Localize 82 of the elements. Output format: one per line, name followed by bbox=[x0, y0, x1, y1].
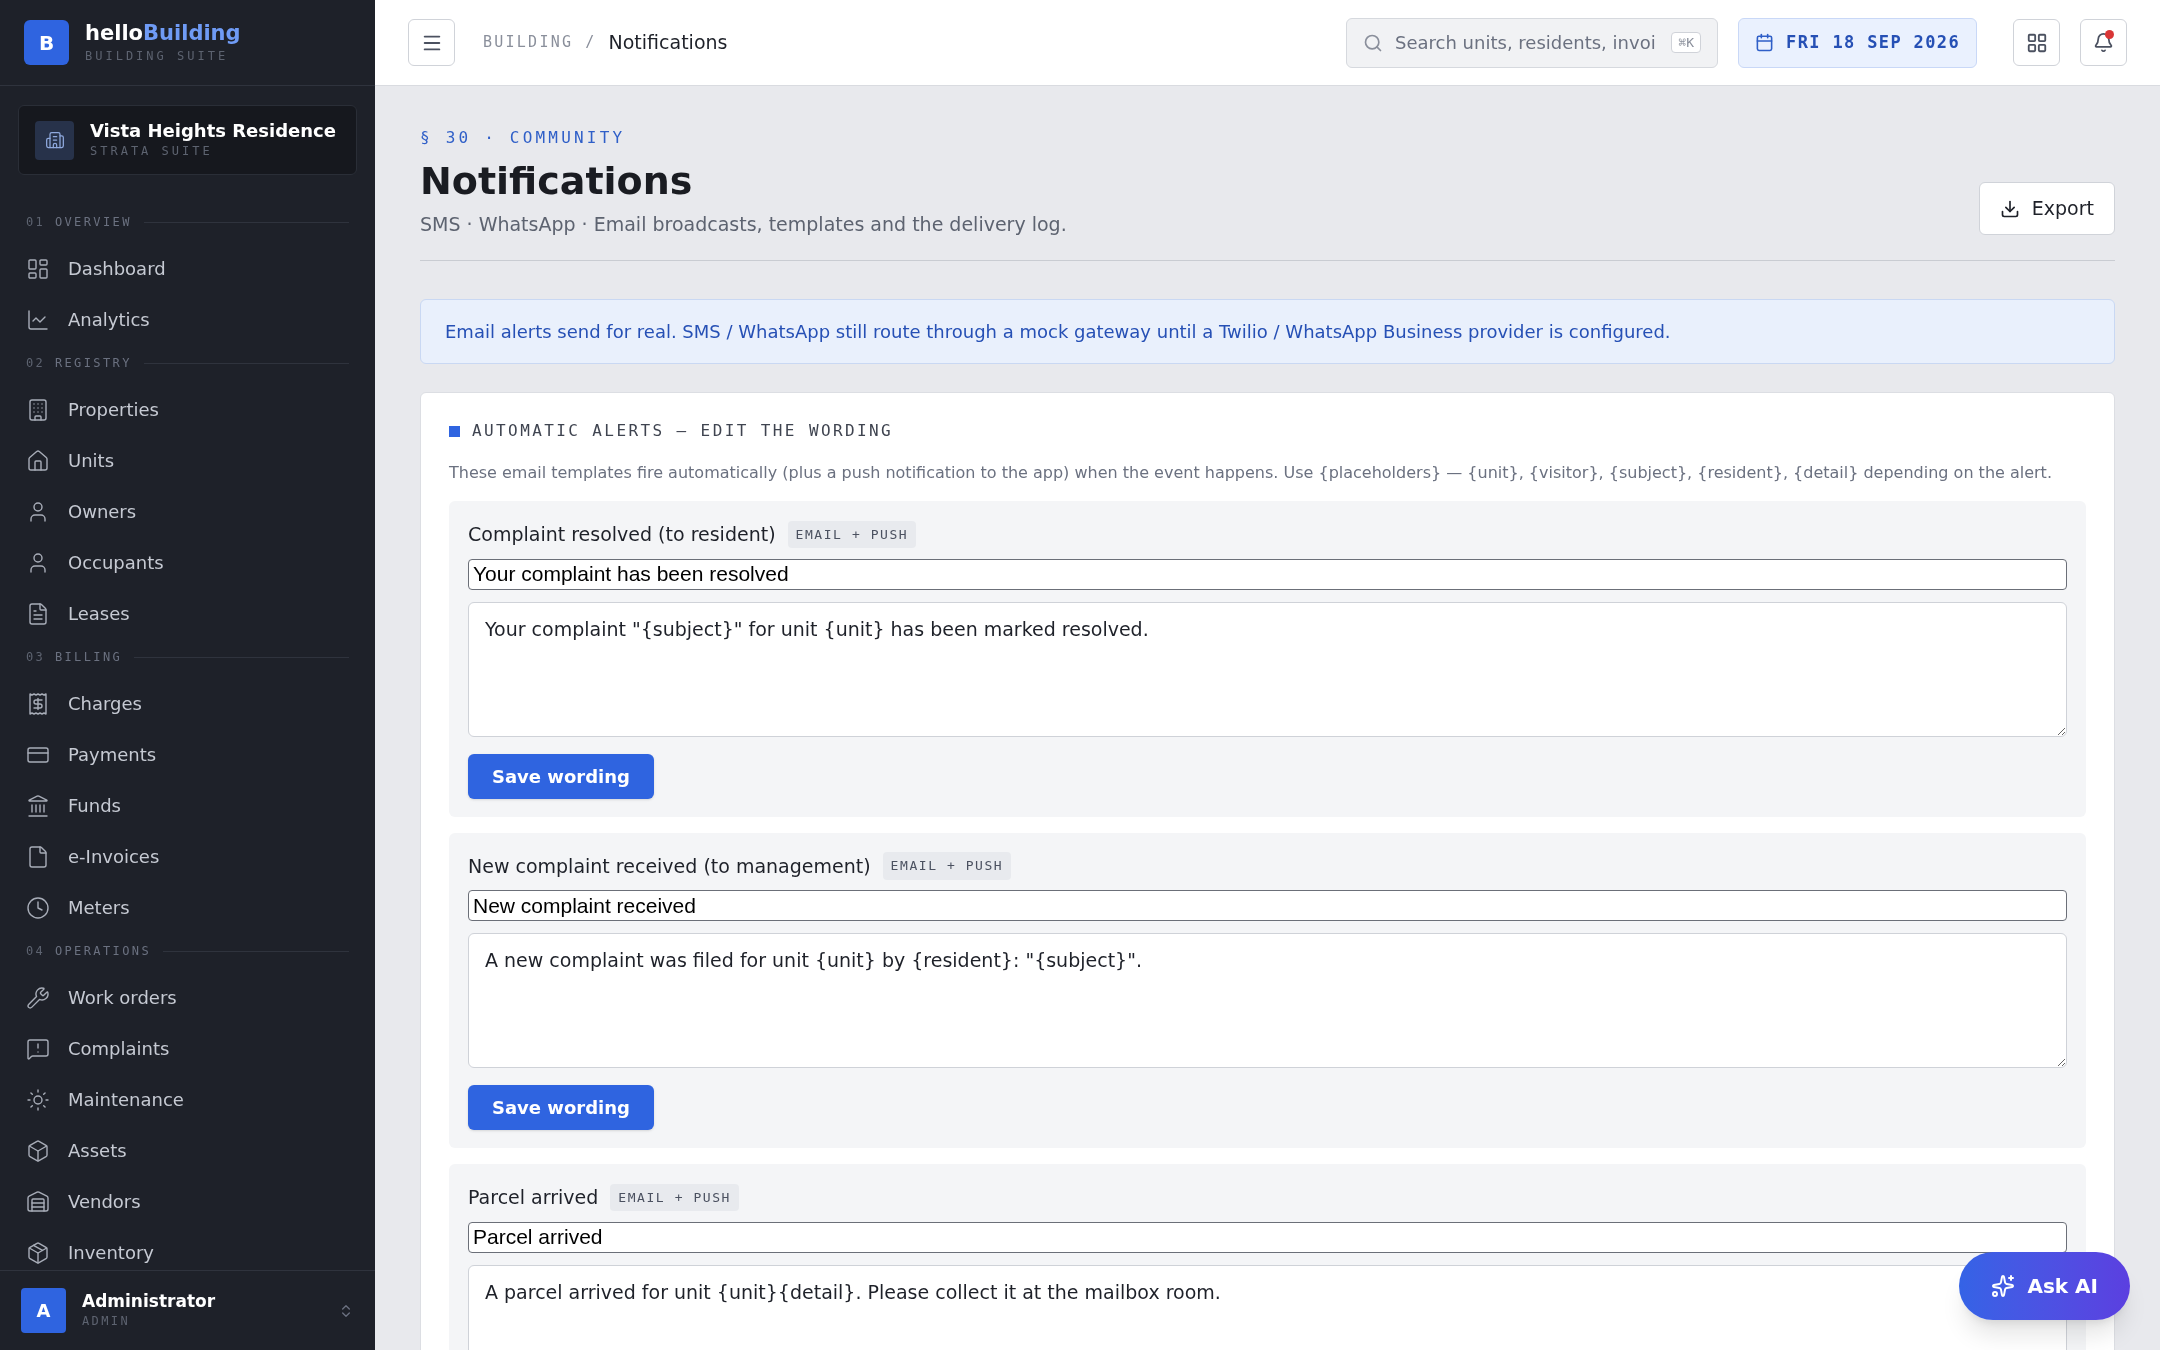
clock-icon bbox=[26, 895, 50, 920]
property-subtitle: STRATA SUITE bbox=[90, 143, 214, 161]
body-field[interactable]: A new complaint was filed for unit {unit} by {resident}: "{subject}". bbox=[468, 933, 2067, 1068]
sun-icon bbox=[26, 1087, 50, 1112]
sidebar-item[interactable]: Assets bbox=[26, 1125, 349, 1176]
grid-icon bbox=[2025, 31, 2048, 54]
subject-field[interactable]: Your complaint has been resolved bbox=[468, 558, 2067, 590]
square-icon bbox=[449, 425, 460, 437]
sidebar-item[interactable]: Dashboard bbox=[26, 243, 349, 294]
document-icon bbox=[26, 601, 50, 626]
package-icon bbox=[26, 1240, 50, 1265]
shortcut-hint: ⌘K bbox=[1671, 31, 1702, 54]
property-switcher[interactable]: Vista Heights Residence STRATA SUITE bbox=[18, 105, 357, 175]
user-role: ADMIN bbox=[82, 1313, 132, 1331]
sidebar-item[interactable]: e-Invoices bbox=[26, 831, 349, 882]
page-eyebrow: § 30 · COMMUNITY bbox=[420, 127, 627, 149]
brand-name: helloBuilding bbox=[85, 20, 241, 47]
save-button[interactable]: Save wording bbox=[468, 753, 654, 799]
document-icon bbox=[26, 844, 50, 869]
brand-subtitle: BUILDING SUITE bbox=[85, 47, 230, 65]
save-button[interactable]: Save wording bbox=[468, 1085, 654, 1130]
menu-button[interactable] bbox=[408, 19, 455, 66]
sidebar-item[interactable]: Units bbox=[26, 435, 349, 486]
breadcrumb-current: Notifications bbox=[608, 30, 728, 56]
section-heading: 04 OPERATIONS bbox=[26, 943, 152, 960]
export-button[interactable]: Export bbox=[1978, 182, 2115, 235]
sidebar-item[interactable]: Funds bbox=[26, 780, 349, 831]
building-icon bbox=[35, 120, 74, 160]
subject-field[interactable]: Parcel arrived bbox=[468, 1221, 2067, 1253]
receipt-icon bbox=[26, 691, 50, 716]
info-banner: Email alerts send for real. SMS / WhatsApp still route through a mock gateway until a Twilio / WhatsApp Business provider is configured. bbox=[420, 299, 2115, 364]
search-icon bbox=[1363, 32, 1384, 53]
line-chart-icon bbox=[26, 307, 50, 332]
notifications-button[interactable] bbox=[2080, 19, 2127, 66]
breadcrumb-separator: / bbox=[585, 32, 597, 54]
user-menu[interactable]: A Administrator ADMIN bbox=[0, 1270, 375, 1350]
sidebar-item[interactable]: Inventory bbox=[26, 1227, 349, 1270]
property-name: Vista Heights Residence bbox=[90, 119, 336, 143]
sidebar-item[interactable]: Payments bbox=[26, 729, 349, 780]
logo: B bbox=[24, 20, 69, 65]
search-field[interactable]: Search units, residents, invoi bbox=[1395, 29, 1660, 56]
card-title: AUTOMATIC ALERTS — EDIT THE WORDING bbox=[472, 420, 894, 442]
user-name: Administrator bbox=[82, 1290, 217, 1313]
channel-tag: EMAIL + PUSH bbox=[610, 1183, 739, 1211]
bank-icon bbox=[26, 793, 50, 818]
card-description: These email templates fire automatically (plus a push notification to the app) when the event happens. Use {placeholders} — {unit}, {visitor}, {subject}, {resident}, {detail} depending on the alert. bbox=[449, 462, 2053, 484]
channel-tag: EMAIL + PUSH bbox=[882, 852, 1012, 880]
sidebar-item[interactable]: Analytics bbox=[26, 294, 349, 345]
subject-field[interactable]: New complaint received bbox=[468, 890, 2067, 921]
sidebar-item[interactable]: Occupants bbox=[26, 537, 349, 588]
apps-button[interactable] bbox=[2013, 19, 2060, 66]
body-field[interactable]: Your complaint "{subject}" for unit {unit} has been marked resolved. bbox=[468, 601, 2067, 737]
dashboard-icon bbox=[26, 256, 50, 281]
wrench-icon bbox=[26, 985, 50, 1010]
date-chip[interactable]: FRI 18 SEP 2026 bbox=[1738, 17, 1977, 68]
ask-ai-button[interactable]: Ask AI bbox=[1959, 1252, 2130, 1320]
bell-icon bbox=[2093, 32, 2114, 53]
section-heading: 02 REGISTRY bbox=[26, 355, 132, 372]
page-subtitle: SMS · WhatsApp · Email broadcasts, templates and the delivery log. bbox=[420, 211, 1067, 237]
sidebar-item[interactable]: Owners bbox=[26, 486, 349, 537]
sidebar-item[interactable]: Properties bbox=[26, 384, 349, 435]
page-title: Notifications bbox=[420, 158, 694, 205]
alert-message-icon bbox=[26, 1036, 50, 1061]
sidebar-item[interactable]: Meters bbox=[26, 882, 349, 933]
template-name: Complaint resolved (to resident) bbox=[468, 522, 776, 547]
channel-tag: EMAIL + PUSH bbox=[787, 520, 917, 548]
avatar: A bbox=[21, 1288, 66, 1333]
cube-icon bbox=[26, 1138, 50, 1163]
sidebar-item[interactable]: Charges bbox=[26, 678, 349, 729]
sidebar-item[interactable]: Vendors bbox=[26, 1176, 349, 1227]
calendar-icon bbox=[1755, 33, 1775, 52]
building-icon bbox=[26, 397, 50, 422]
sidebar-item[interactable]: Leases bbox=[26, 588, 349, 639]
sidebar-item[interactable]: Maintenance bbox=[26, 1074, 349, 1125]
template-name: Parcel arrived bbox=[468, 1185, 599, 1210]
section-heading: 01 OVERVIEW bbox=[26, 214, 132, 231]
download-icon bbox=[1999, 198, 2020, 219]
section-heading: 03 BILLING bbox=[26, 649, 123, 666]
sidebar-item[interactable]: Work orders bbox=[26, 972, 349, 1023]
sparkles-icon bbox=[1991, 1274, 2016, 1298]
sidebar-item[interactable]: Complaints bbox=[26, 1023, 349, 1074]
template-name: New complaint received (to management) bbox=[468, 853, 871, 879]
